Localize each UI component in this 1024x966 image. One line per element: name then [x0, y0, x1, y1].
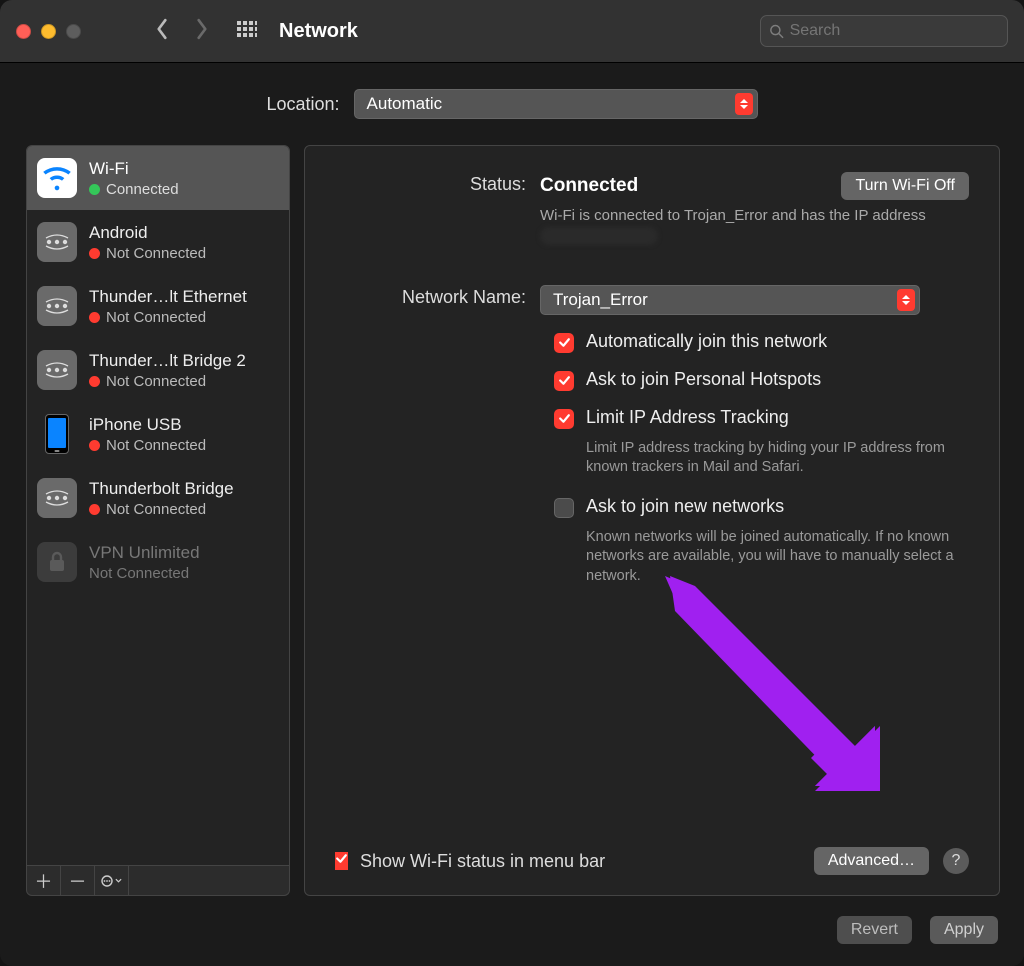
service-actions-menu[interactable] — [95, 866, 129, 895]
dialog-actions: Revert Apply — [0, 896, 1024, 966]
service-name: Thunder…lt Ethernet — [89, 287, 247, 307]
service-item-iphone-usb[interactable]: iPhone USB Not Connected — [27, 402, 289, 466]
select-stepper-icon — [735, 93, 753, 115]
revert-button[interactable]: Revert — [837, 916, 912, 944]
add-service-button[interactable]: ＋ — [27, 866, 61, 895]
ask-hotspot-label: Ask to join Personal Hotspots — [586, 369, 821, 390]
service-item-wifi[interactable]: Wi-Fi Connected — [27, 146, 289, 210]
location-label: Location: — [266, 94, 339, 115]
ethernet-icon — [37, 222, 77, 262]
auto-join-label: Automatically join this network — [586, 331, 827, 352]
sidebar: Wi-Fi Connected Android Not Connected — [26, 145, 290, 896]
checkbox-icon — [554, 333, 574, 353]
close-window-button[interactable] — [16, 24, 31, 39]
checkbox-icon — [554, 371, 574, 391]
help-button[interactable]: ? — [943, 848, 969, 874]
location-value: Automatic — [367, 94, 443, 114]
show-menu-bar-label: Show Wi-Fi status in menu bar — [360, 851, 605, 872]
ask-new-networks-help-text: Known networks will be joined automatica… — [586, 528, 969, 587]
checkbox-icon — [554, 409, 574, 429]
network-name-value: Trojan_Error — [553, 290, 648, 310]
service-item-thunderbolt-bridge[interactable]: Thunderbolt Bridge Not Connected — [27, 466, 289, 530]
status-row: Status: Connected Turn Wi-Fi Off Wi-Fi i… — [335, 172, 969, 247]
search-input[interactable] — [790, 22, 999, 40]
service-status: Not Connected — [106, 437, 206, 454]
chevron-down-icon — [115, 878, 122, 883]
limit-ip-label: Limit IP Address Tracking — [586, 407, 789, 428]
network-preferences-window: Network Location: Automatic Wi-Fi — [0, 0, 1024, 966]
show-menu-bar-checkbox[interactable]: Show Wi-Fi status in menu bar — [335, 851, 605, 872]
service-name: Thunderbolt Bridge — [89, 479, 234, 499]
network-name-row: Network Name: Trojan_Error — [335, 285, 969, 315]
status-led-icon — [89, 376, 100, 387]
status-led-icon — [89, 248, 100, 259]
nav-arrows — [155, 18, 209, 45]
minimize-window-button[interactable] — [41, 24, 56, 39]
detail-panel: Status: Connected Turn Wi-Fi Off Wi-Fi i… — [304, 145, 1000, 896]
location-row: Location: Automatic — [0, 63, 1024, 133]
checkbox-icon — [335, 852, 348, 870]
status-subtext: Wi-Fi is connected to Trojan_Error and h… — [540, 206, 930, 247]
remove-service-button[interactable]: － — [61, 866, 95, 895]
service-status: Connected — [106, 181, 179, 198]
service-status: Not Connected — [89, 565, 189, 582]
service-item-thunderbolt-ethernet[interactable]: Thunder…lt Ethernet Not Connected — [27, 274, 289, 338]
apply-button[interactable]: Apply — [930, 916, 998, 944]
forward-button[interactable] — [195, 18, 209, 45]
back-button[interactable] — [155, 18, 169, 45]
service-status: Not Connected — [106, 309, 206, 326]
sidebar-toolbar: ＋ － — [26, 866, 290, 896]
service-status: Not Connected — [106, 245, 206, 262]
window-title: Network — [279, 20, 358, 43]
ask-new-networks-checkbox[interactable]: Ask to join new networks — [554, 496, 969, 518]
service-status: Not Connected — [106, 501, 206, 518]
service-item-thunderbolt-bridge-2[interactable]: Thunder…lt Bridge 2 Not Connected — [27, 338, 289, 402]
search-field[interactable] — [760, 15, 1008, 47]
ethernet-icon — [37, 350, 77, 390]
limit-ip-help-text: Limit IP address tracking by hiding your… — [586, 439, 969, 478]
select-stepper-icon — [897, 289, 915, 311]
iphone-icon — [37, 414, 77, 454]
ip-address-redacted — [540, 227, 658, 245]
search-icon — [769, 23, 784, 39]
lock-icon — [37, 542, 77, 582]
service-name: VPN Unlimited — [89, 543, 200, 563]
status-led-icon — [89, 312, 100, 323]
service-name: Thunder…lt Bridge 2 — [89, 351, 246, 371]
show-all-button[interactable] — [237, 21, 257, 41]
service-item-android[interactable]: Android Not Connected — [27, 210, 289, 274]
status-led-icon — [89, 184, 100, 195]
checkbox-icon — [554, 498, 574, 518]
annotation-arrow-icon — [665, 576, 885, 806]
status-led-icon — [89, 440, 100, 451]
wifi-icon — [37, 158, 77, 198]
advanced-button[interactable]: Advanced… — [814, 847, 929, 875]
limit-ip-checkbox[interactable]: Limit IP Address Tracking — [554, 407, 969, 429]
content-area: Wi-Fi Connected Android Not Connected — [0, 133, 1024, 896]
titlebar: Network — [0, 0, 1024, 63]
ethernet-icon — [37, 286, 77, 326]
network-name-label: Network Name: — [335, 285, 540, 308]
service-status: Not Connected — [106, 373, 206, 390]
ethernet-icon — [37, 478, 77, 518]
ask-hotspot-checkbox[interactable]: Ask to join Personal Hotspots — [554, 369, 969, 391]
status-label: Status: — [335, 172, 540, 195]
service-name: Wi-Fi — [89, 159, 179, 179]
network-name-select[interactable]: Trojan_Error — [540, 285, 920, 315]
service-list[interactable]: Wi-Fi Connected Android Not Connected — [26, 145, 290, 866]
panel-bottom-row: Show Wi-Fi status in menu bar Advanced… … — [335, 833, 969, 875]
location-select[interactable]: Automatic — [354, 89, 758, 119]
ask-new-networks-label: Ask to join new networks — [586, 496, 784, 517]
zoom-window-button[interactable] — [66, 24, 81, 39]
status-led-icon — [89, 504, 100, 515]
status-value: Connected — [540, 175, 638, 197]
service-item-vpn-unlimited[interactable]: VPN Unlimited Not Connected — [27, 530, 289, 594]
service-name: Android — [89, 223, 206, 243]
service-name: iPhone USB — [89, 415, 206, 435]
window-controls — [16, 24, 81, 39]
toggle-wifi-button[interactable]: Turn Wi-Fi Off — [841, 172, 969, 200]
auto-join-checkbox[interactable]: Automatically join this network — [554, 331, 969, 353]
